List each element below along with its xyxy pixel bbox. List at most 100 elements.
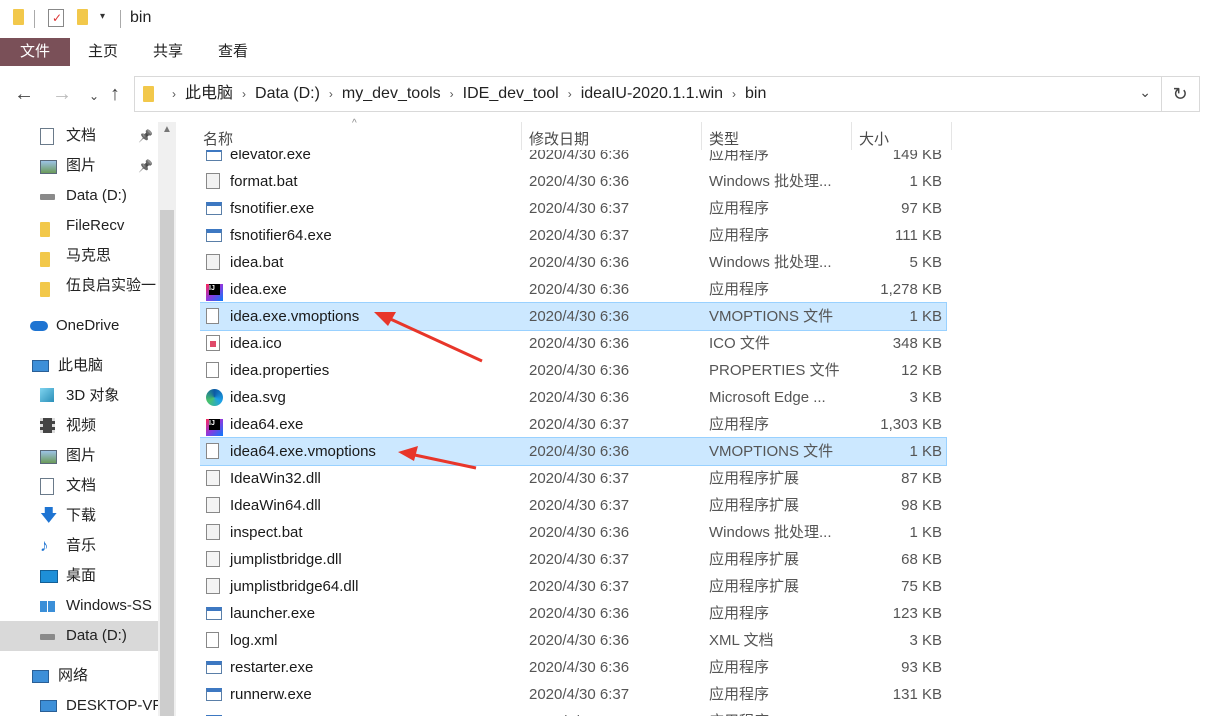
- file-name: fsnotifier64.exe: [230, 227, 332, 244]
- sidebar-item[interactable]: DESKTOP-VF: [0, 691, 158, 716]
- column-divider[interactable]: [521, 122, 522, 150]
- sidebar-item[interactable]: Windows-SS: [0, 591, 158, 621]
- breadcrumb-item[interactable]: ideaIU-2020.1.1.win: [581, 77, 723, 111]
- column-name[interactable]: 名称: [203, 128, 233, 149]
- forward-arrow-icon[interactable]: →: [52, 84, 72, 104]
- file-row[interactable]: launcher.exe 2020/4/30 6:36 应用程序 123 KB: [200, 600, 946, 627]
- document-icon: [40, 128, 56, 145]
- file-type: Microsoft Edge ...: [709, 389, 826, 406]
- file-row[interactable]: IJ idea.exe 2020/4/30 6:36 应用程序 1,278 KB: [200, 276, 946, 303]
- refresh-icon[interactable]: ↻: [1161, 76, 1200, 112]
- breadcrumb-separator-icon[interactable]: ›: [329, 77, 333, 111]
- new-folder-icon[interactable]: [77, 9, 88, 25]
- tab-home[interactable]: 主页: [88, 38, 118, 66]
- sidebar-item[interactable]: 文档: [0, 471, 158, 501]
- sidebar-item[interactable]: 🡇 下载: [0, 501, 158, 531]
- file-size: 12 KB: [901, 362, 942, 379]
- breadcrumb-item[interactable]: 此电脑: [185, 77, 233, 111]
- breadcrumb-separator-icon[interactable]: ›: [568, 77, 572, 111]
- tab-view[interactable]: 查看: [218, 38, 248, 66]
- address-bar[interactable]: › 此电脑 › Data (D:) › my_dev_tools › IDE_dev_tool…: [134, 76, 1162, 112]
- column-divider[interactable]: [951, 122, 952, 150]
- tab-share[interactable]: 共享: [153, 38, 183, 66]
- file-row[interactable]: idea.properties 2020/4/30 6:36 PROPERTIES …: [200, 357, 946, 384]
- recent-locations-chevron-icon[interactable]: ⌄: [89, 86, 99, 106]
- file-row[interactable]: idea.ico 2020/4/30 6:36 ICO 文件 348 KB: [200, 330, 946, 357]
- column-date[interactable]: 修改日期: [529, 128, 589, 149]
- file-row[interactable]: idea.exe.vmoptions 2020/4/30 6:36 VMOPTION…: [200, 302, 947, 331]
- sidebar-item[interactable]: 图片 📌: [0, 151, 158, 181]
- sidebar-item[interactable]: 桌面: [0, 561, 158, 591]
- file-name: fsnotifier.exe: [230, 200, 315, 217]
- file-row[interactable]: runnerw64.exe 2020/4/30 6:37 应用程序 154 KB: [200, 708, 946, 716]
- drive-icon: [40, 628, 56, 644]
- file-type: VMOPTIONS 文件: [709, 443, 834, 460]
- sidebar-item[interactable]: 图片: [0, 441, 158, 471]
- title-bar: ✓ ▾ bin: [0, 0, 1210, 38]
- file-row[interactable]: IJ idea64.exe 2020/4/30 6:37 应用程序 1,303 KB: [200, 411, 946, 438]
- file-row[interactable]: jumplistbridge.dll 2020/4/30 6:37 应用程序扩展 68…: [200, 546, 946, 573]
- file-row[interactable]: idea.bat 2020/4/30 6:36 Windows 批处理... 5 KB: [200, 249, 946, 276]
- file-size: 1 KB: [909, 443, 942, 460]
- file-size: 348 KB: [892, 335, 942, 352]
- download-icon: 🡇: [40, 506, 58, 525]
- breadcrumb-separator-icon[interactable]: ›: [242, 77, 246, 111]
- breadcrumb-item[interactable]: bin: [745, 77, 766, 111]
- file-row[interactable]: idea.svg 2020/4/30 6:36 Microsoft Edge ...…: [200, 384, 946, 411]
- pin-icon[interactable]: 📌: [138, 122, 153, 151]
- breadcrumb-item[interactable]: my_dev_tools: [342, 77, 441, 111]
- sidebar-item[interactable]: 马克思: [0, 241, 158, 271]
- file-row[interactable]: IdeaWin32.dll 2020/4/30 6:37 应用程序扩展 87 KB: [200, 465, 946, 492]
- file-row[interactable]: idea64.exe.vmoptions 2020/4/30 6:36 VMOPTI…: [200, 437, 947, 466]
- pin-icon[interactable]: 📌: [138, 151, 153, 181]
- file-row[interactable]: log.xml 2020/4/30 6:36 XML 文档 3 KB: [200, 627, 946, 654]
- drive-icon: [40, 188, 56, 204]
- sidebar-item[interactable]: ♪ 音乐: [0, 531, 158, 561]
- file-row[interactable]: restarter.exe 2020/4/30 6:36 应用程序 93 KB: [200, 654, 946, 681]
- sidebar-scrollbar[interactable]: ▲: [158, 122, 176, 716]
- breadcrumb-item[interactable]: Data (D:): [255, 77, 320, 111]
- sidebar-item[interactable]: 伍良启实验一: [0, 271, 158, 301]
- file-type: Windows 批处理...: [709, 173, 832, 190]
- sidebar-item[interactable]: Data (D:): [0, 181, 158, 211]
- file-date: 2020/4/30 6:37: [529, 470, 630, 487]
- sidebar-item[interactable]: 此电脑: [0, 351, 158, 381]
- scroll-up-icon[interactable]: ▲: [162, 124, 172, 135]
- file-row[interactable]: runnerw.exe 2020/4/30 6:37 应用程序 131 KB: [200, 681, 946, 708]
- address-dropdown-chevron-icon[interactable]: ⌄: [1139, 84, 1151, 101]
- sidebar-item[interactable]: 网络: [0, 661, 158, 691]
- customize-toolbar-icon[interactable]: ▾: [100, 11, 105, 22]
- properties-icon[interactable]: ✓: [48, 9, 64, 27]
- tab-file[interactable]: 文件: [0, 38, 70, 66]
- ico-icon: [206, 335, 222, 352]
- file-type: 应用程序: [709, 708, 769, 716]
- computer-icon: [32, 358, 49, 374]
- sidebar-item[interactable]: 文档 📌: [0, 122, 158, 151]
- dll-icon: [206, 497, 222, 514]
- breadcrumb-separator-icon[interactable]: ›: [450, 77, 454, 111]
- sidebar-item[interactable]: 3D 对象: [0, 381, 158, 411]
- sidebar-item[interactable]: OneDrive: [0, 311, 158, 341]
- up-arrow-icon[interactable]: ↑: [110, 84, 120, 104]
- sidebar-item[interactable]: 视频: [0, 411, 158, 441]
- file-row[interactable]: inspect.bat 2020/4/30 6:36 Windows 批处理... 1…: [200, 519, 946, 546]
- sidebar-item[interactable]: Data (D:): [0, 621, 158, 651]
- column-divider[interactable]: [851, 122, 852, 150]
- file-row[interactable]: format.bat 2020/4/30 6:36 Windows 批处理... 1 …: [200, 168, 946, 195]
- scrollbar-thumb[interactable]: [160, 210, 174, 716]
- column-type[interactable]: 类型: [709, 128, 739, 149]
- file-row[interactable]: IdeaWin64.dll 2020/4/30 6:37 应用程序扩展 98 KB: [200, 492, 946, 519]
- breadcrumb-separator-icon[interactable]: ›: [732, 77, 736, 111]
- pictures-icon: [40, 158, 57, 174]
- breadcrumb-separator-icon[interactable]: ›: [172, 77, 176, 111]
- breadcrumb-item[interactable]: IDE_dev_tool: [463, 77, 559, 111]
- sidebar-item[interactable]: FileRecv: [0, 211, 158, 241]
- sidebar-item-label: 3D 对象: [66, 387, 120, 404]
- file-row[interactable]: fsnotifier64.exe 2020/4/30 6:37 应用程序 111 KB: [200, 222, 946, 249]
- file-row[interactable]: fsnotifier.exe 2020/4/30 6:37 应用程序 97 KB: [200, 195, 946, 222]
- file-row[interactable]: jumplistbridge64.dll 2020/4/30 6:37 应用程序扩展…: [200, 573, 946, 600]
- back-arrow-icon[interactable]: ←: [14, 84, 34, 104]
- column-divider[interactable]: [701, 122, 702, 150]
- file-row[interactable]: elevator.exe 2020/4/30 6:36 应用程序 149 KB: [200, 150, 946, 168]
- column-size[interactable]: 大小: [859, 128, 889, 149]
